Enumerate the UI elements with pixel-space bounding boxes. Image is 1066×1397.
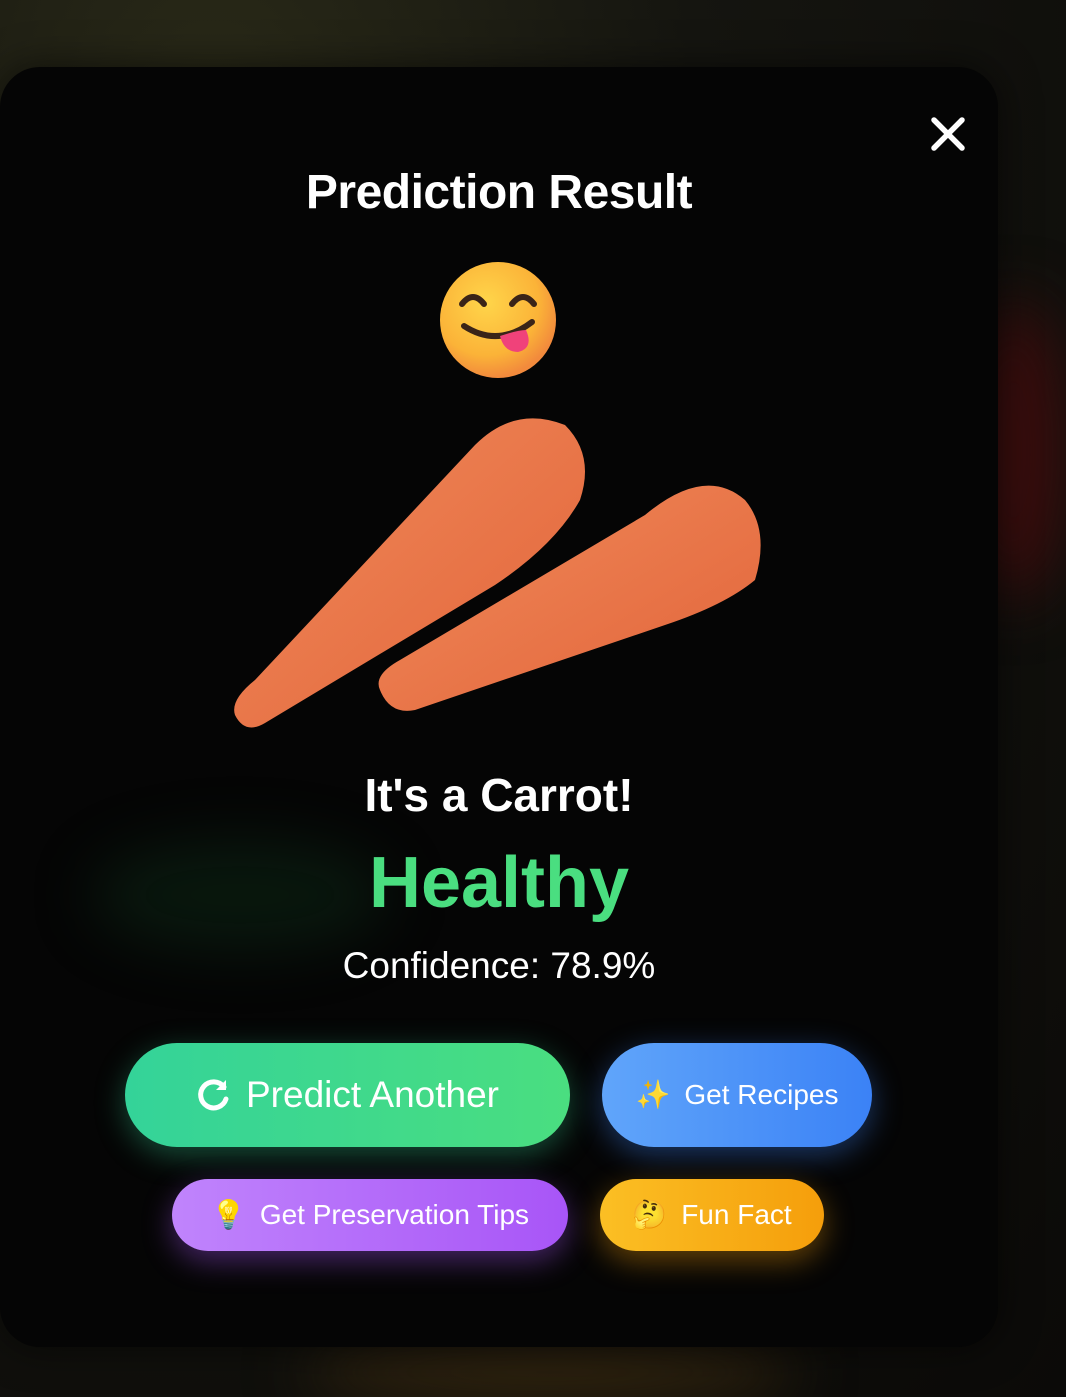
carrot-image [234,418,761,728]
thinking-face-icon: 🤔 [632,1199,668,1230]
close-button[interactable] [928,114,968,154]
get-recipes-label: Get Recipes [684,1079,839,1110]
confidence-text: Confidence: 78.9% [342,945,656,986]
close-icon [931,117,965,151]
predict-another-label: Predict Another [246,1074,499,1115]
prediction-label: It's a Carrot! [364,769,634,821]
fun-fact-button[interactable]: 🤔 Fun Fact [600,1179,824,1251]
preservation-tips-label: Get Preservation Tips [259,1199,530,1230]
background-blur [300,1347,800,1397]
sparkles-icon: ✨ [635,1079,671,1110]
face-savoring-food-emoji [440,262,556,378]
modal-title: Prediction Result [305,166,693,219]
health-status: Healthy [368,843,630,923]
refresh-icon [198,1079,229,1111]
get-preservation-tips-button[interactable]: 💡 Get Preservation Tips [172,1179,568,1251]
get-recipes-button[interactable]: ✨ Get Recipes [602,1043,872,1147]
lightbulb-icon: 💡 [210,1199,246,1230]
fun-fact-label: Fun Fact [681,1199,792,1230]
predict-another-button[interactable]: Predict Another [125,1043,570,1147]
